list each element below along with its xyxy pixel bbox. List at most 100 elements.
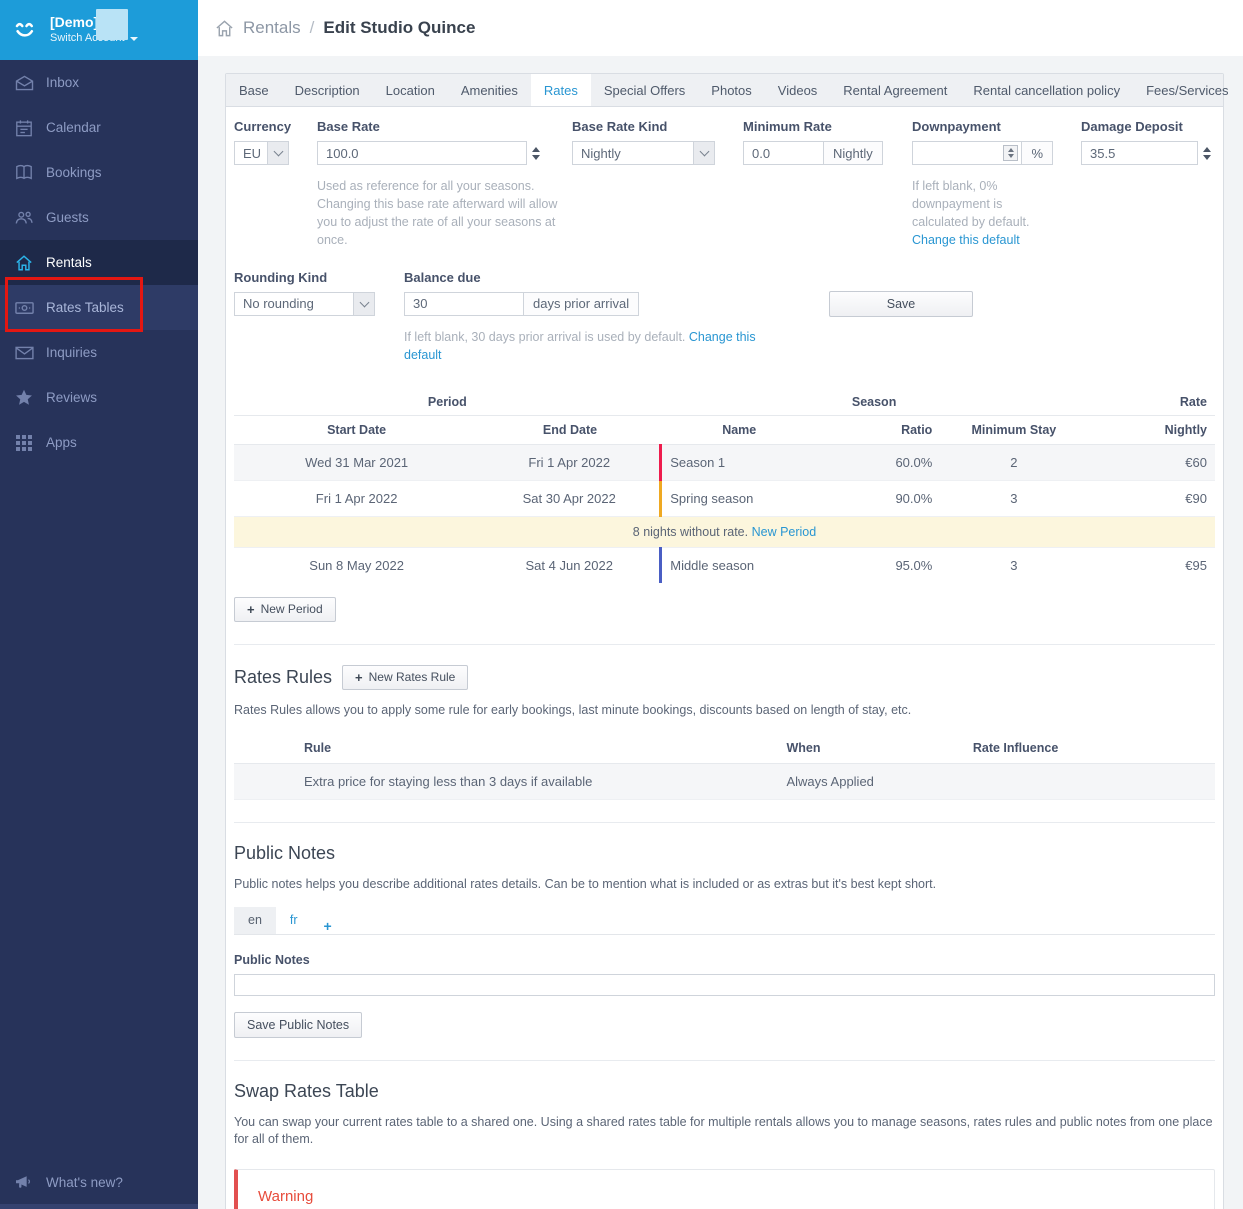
- season-row[interactable]: Fri 1 Apr 2022 Sat 30 Apr 2022 Spring se…: [234, 479, 1215, 517]
- base-rate-kind-value: Nightly: [581, 145, 621, 161]
- lang-tab-fr[interactable]: fr: [276, 907, 312, 934]
- public-notes-input[interactable]: [234, 973, 1215, 996]
- new-period-button[interactable]: + New Period: [234, 596, 336, 622]
- sidebar-item-reviews[interactable]: Reviews: [0, 375, 198, 420]
- downpayment-help: If left blank, 0% downpayment is calcula…: [912, 179, 1030, 248]
- tab-videos[interactable]: Videos: [765, 74, 831, 106]
- season-row[interactable]: Sun 8 May 2022 Sat 4 Jun 2022 Middle sea…: [234, 546, 1215, 583]
- season-end-date: Sat 4 Jun 2022: [479, 546, 661, 583]
- number-stepper-icon[interactable]: [526, 141, 544, 165]
- home-breadcrumb-icon[interactable]: [215, 19, 234, 38]
- sidebar-item-label: Inbox: [46, 75, 80, 90]
- tab-rental-cancellation-policy[interactable]: Rental cancellation policy: [960, 74, 1133, 106]
- tab-special-offers[interactable]: Special Offers: [591, 74, 698, 106]
- sidebar-item-rates-tables[interactable]: Rates Tables: [0, 285, 198, 330]
- section-divider: [234, 822, 1215, 824]
- tab-photos[interactable]: Photos: [698, 74, 764, 106]
- tab-amenities[interactable]: Amenities: [448, 74, 531, 106]
- tab-description[interactable]: Description: [282, 74, 373, 106]
- season-minimum-stay: 3: [940, 479, 1088, 517]
- base-rate-label: Base Rate: [317, 119, 380, 134]
- rounding-kind-select[interactable]: No rounding: [234, 291, 375, 316]
- chevron-down-icon: [693, 142, 714, 164]
- balance-due-label: Balance due: [404, 269, 481, 285]
- star-icon: [12, 388, 36, 408]
- sidebar-item-whats-new[interactable]: What's new?: [0, 1163, 198, 1201]
- tab-fees-services[interactable]: Fees/Services: [1133, 74, 1241, 106]
- currency-label: Currency: [234, 119, 292, 134]
- sidebar-item-inbox[interactable]: Inbox: [0, 60, 198, 105]
- rule-rate-influence: [964, 763, 1215, 801]
- number-stepper-icon[interactable]: [1197, 141, 1215, 165]
- change-default-link[interactable]: Change this default: [912, 233, 1020, 247]
- swap-rates-table-description: You can swap your current rates table to…: [234, 1114, 1213, 1147]
- column-ratio: Ratio: [817, 415, 941, 445]
- column-start-date: Start Date: [234, 415, 480, 445]
- season-row[interactable]: Wed 31 Mar 2021 Fri 1 Apr 2022 Season 1 …: [234, 443, 1215, 481]
- base-rate-kind-select[interactable]: Nightly: [572, 141, 715, 165]
- sidebar-item-guests[interactable]: Guests: [0, 195, 198, 240]
- season-end-date: Sat 30 Apr 2022: [479, 479, 661, 517]
- season-start-date: Sun 8 May 2022: [234, 546, 480, 583]
- season-name: Spring season: [659, 479, 818, 517]
- rates-rule-row[interactable]: Extra price for staying less than 3 days…: [234, 763, 1215, 801]
- column-nightly: Nightly: [1087, 415, 1215, 445]
- swap-rates-table-title: Swap Rates Table: [234, 1080, 379, 1101]
- plus-icon: +: [355, 669, 363, 685]
- section-divider: [234, 1059, 1215, 1061]
- column-rate-influence: Rate Influence: [964, 733, 1215, 765]
- season-ratio: 60.0%: [817, 443, 941, 481]
- sidebar-nav: Inbox Calendar Bookings Guests Rentals R…: [0, 60, 198, 465]
- rounding-form-row: Rounding Kind No rounding Balance due da…: [234, 270, 1215, 364]
- breadcrumb-section[interactable]: Rentals: [243, 18, 301, 38]
- warning-box: Warning Swapping rates table will remove…: [234, 1168, 1215, 1209]
- breadcrumb-separator: /: [309, 18, 315, 37]
- sidebar-item-label: Rentals: [46, 255, 92, 270]
- chevron-down-icon: [267, 142, 288, 164]
- season-nightly-rate: €95: [1087, 546, 1215, 583]
- sidebar-item-apps[interactable]: Apps: [0, 420, 198, 465]
- bookings-icon: [12, 163, 36, 183]
- chevron-down-icon: [353, 292, 374, 315]
- season-ratio: 90.0%: [817, 479, 941, 517]
- sidebar: [Demo] M. Switch Account Inbox Calendar: [0, 0, 198, 1209]
- currency-select[interactable]: EUR €: [234, 141, 289, 165]
- new-rates-rule-button[interactable]: + New Rates Rule: [342, 664, 469, 690]
- balance-due-help: If left blank, 30 days prior arrival is …: [404, 329, 756, 362]
- sidebar-item-inquiries[interactable]: Inquiries: [0, 330, 198, 375]
- base-rate-kind-label: Base Rate Kind: [572, 119, 668, 134]
- base-rate-input[interactable]: [317, 141, 544, 165]
- tab-rental-agreement[interactable]: Rental Agreement: [830, 74, 960, 106]
- rounding-kind-value: No rounding: [243, 296, 314, 311]
- number-stepper-icon[interactable]: [1003, 145, 1019, 161]
- sidebar-bottom-strip: [0, 1204, 198, 1209]
- save-button[interactable]: Save: [829, 290, 973, 317]
- rates-rules-table: Rule When Rate Influence Extra price for…: [234, 733, 1215, 801]
- add-language-button[interactable]: +: [312, 918, 344, 934]
- tab-location[interactable]: Location: [373, 74, 448, 106]
- sidebar-item-label: Inquiries: [46, 345, 98, 360]
- rental-tabs: Base Description Location Amenities Rate…: [226, 74, 1228, 107]
- save-public-notes-button[interactable]: Save Public Notes: [234, 1011, 363, 1038]
- banknote-icon: [12, 298, 36, 318]
- season-end-date: Fri 1 Apr 2022: [479, 443, 661, 481]
- gap-text: 8 nights without rate.: [632, 524, 752, 539]
- minimum-rate-input[interactable]: [743, 141, 824, 165]
- account-header[interactable]: [Demo] M. Switch Account: [0, 0, 198, 60]
- damage-deposit-input[interactable]: [1081, 141, 1215, 165]
- sidebar-item-rentals[interactable]: Rentals: [0, 240, 198, 285]
- tab-base[interactable]: Base: [226, 74, 282, 106]
- tab-rates[interactable]: Rates: [530, 74, 591, 106]
- column-minimum-stay: Minimum Stay: [940, 415, 1088, 445]
- top-header: Rentals / Edit Studio Quince: [198, 0, 1243, 56]
- sidebar-item-calendar[interactable]: Calendar: [0, 105, 198, 150]
- base-rate-help: Used as reference for all your seasons. …: [317, 179, 558, 248]
- language-tabs: en fr +: [234, 906, 1215, 935]
- season-minimum-stay: 2: [940, 443, 1088, 481]
- lang-tab-en[interactable]: en: [234, 906, 276, 934]
- content-area: Base Description Location Amenities Rate…: [198, 56, 1243, 1209]
- downpayment-addon: %: [1022, 141, 1053, 165]
- balance-due-input[interactable]: [404, 291, 524, 316]
- sidebar-item-bookings[interactable]: Bookings: [0, 150, 198, 195]
- new-period-link[interactable]: New Period: [752, 525, 817, 539]
